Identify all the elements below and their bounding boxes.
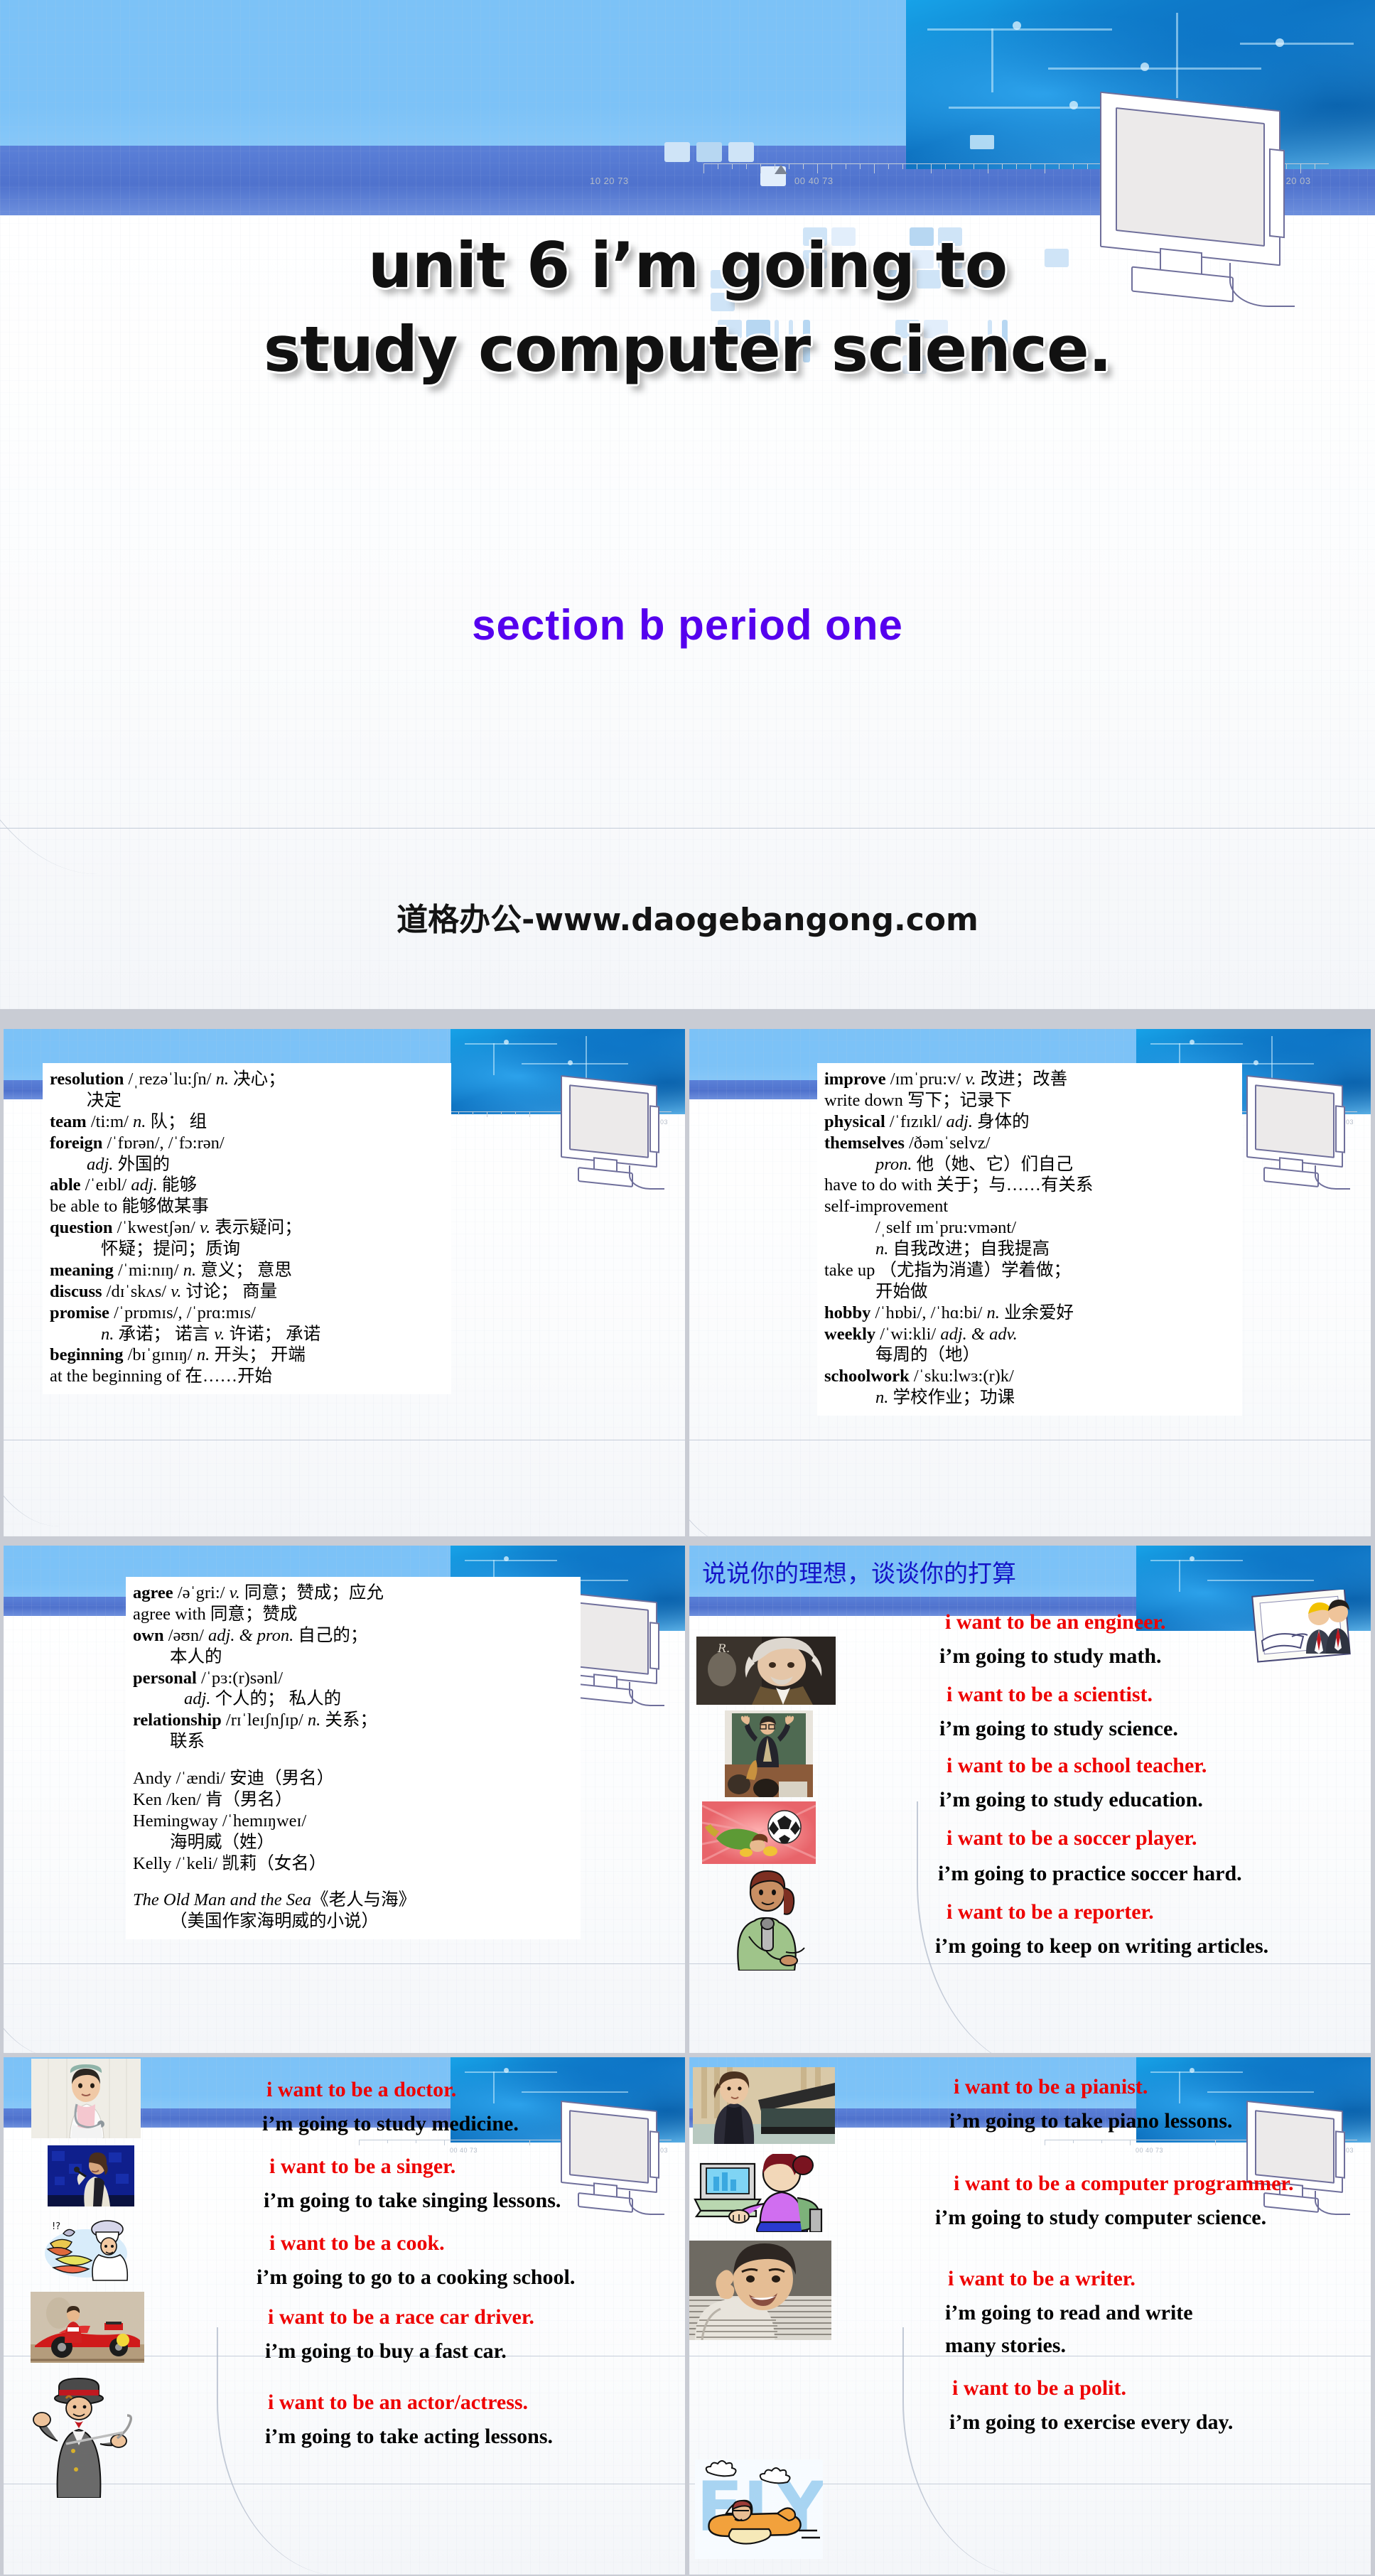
doctor-photo [31,2059,141,2138]
ambition-question: i want to be a doctor. [266,2078,457,2101]
ambition-answer-cont: many stories. [945,2334,1066,2357]
page-title: unit 6 i’m going to study computer scien… [0,235,1375,381]
ambition-list-3: i want to be a pianist. i’m going to tak… [846,2067,1371,2455]
watermark: 道格办公-www.daogebangong.com [397,902,978,938]
ambition-slide-3: 00 40 73 00 20 03 FLY i want to be a pia… [689,2057,1371,2575]
ambition-answer: i’m going to practice soccer hard. [938,1862,1242,1885]
header-band-dark [0,146,1375,215]
ambition-answer: i’m going to study education. [939,1788,1203,1811]
racecar-photo [31,2292,144,2363]
cook-clipart: !? [39,2215,139,2283]
ambition-question: i want to be a singer. [269,2155,456,2178]
title-line-2: study computer science. [263,313,1112,386]
writer-photo [689,2241,831,2340]
svg-text:!?: !? [52,2221,60,2232]
ambition-question: i want to be a race car driver. [268,2305,534,2329]
ambition-answer: i’m going to study medicine. [262,2112,519,2135]
ambition-question: i want to be a pianist. [954,2075,1148,2098]
vocabulary-card-2: improve /ɪmˈpru:v/ v. 改进；改善 write down 写… [817,1063,1242,1416]
ambition-question: i want to be a scientist. [947,1683,1153,1706]
ambition-question: i want to be an actor/actress. [268,2391,529,2414]
ambition-question: i want to be a computer programmer. [954,2172,1294,2195]
slide-deck: 10 20 73 00 40 73 00 20 03 unit 6 i’m go… [0,0,1375,2576]
ambition-answer: i’m going to take singing lessons. [264,2189,561,2212]
programmer-clipart [691,2154,833,2232]
pianist-photo [693,2067,835,2144]
ambition-answer: i’m going to study science. [939,1717,1178,1740]
ambition-answer: i’m going to go to a cooking school. [257,2265,576,2289]
ambition-answer: i’m going to study math. [939,1644,1162,1668]
title-line-1: unit 6 i’m going to [367,229,1008,302]
ambition-question: i want to be a writer. [948,2267,1136,2290]
ambition-answer: i’m going to buy a fast car. [265,2339,507,2363]
vocab-slide-3: agree /əˈgri:/ v. 同意；赞成；应允 agree with 同意… [4,1546,685,2053]
ambition-question: i want to be a reporter. [947,1900,1154,1924]
teacher-photo [725,1710,813,1797]
title-slide: 10 20 73 00 40 73 00 20 03 unit 6 i’m go… [0,0,1375,1009]
ambition-answer: i’m going to take piano lessons. [949,2109,1233,2133]
header-band-light [0,0,1375,146]
ambition-answer: i’m going to take acting lessons. [265,2425,553,2448]
ambition-answer: i’m going to study computer science. [935,2206,1267,2229]
ambition-slide-1: 说说你的理想，谈谈你的打算 R. i want to be an enginee… [689,1546,1371,2053]
ambition-question: i want to be a school teacher. [947,1754,1207,1777]
vocabulary-card-1: resolution /ˌrezəˈlu:ʃn/ n. 决心； 决定 team … [43,1063,451,1395]
ambition-list-2: i want to be a doctor. i’m going to stud… [160,2071,685,2454]
ambition-list-1: i want to be an engineer. i’m going to s… [902,1611,1371,1972]
ambition-question: i want to be a soccer player. [947,1826,1197,1850]
soccer-clipart [702,1801,816,1864]
ambition-answer: i’m going to keep on writing articles. [935,1934,1269,1958]
actor-clipart [29,2370,133,2498]
ambition-answer: i’m going to exercise every day. [949,2410,1234,2434]
ambition-question: i want to be an engineer. [945,1610,1166,1634]
subtitle: section b period one [472,601,903,649]
plane-clipart: FLY [695,2459,823,2559]
vocab-slide-2: 00 20 03 improve /ɪmˈpru:v/ v. 改进；改善 wri… [689,1029,1371,1536]
ambition-slide-2: 00 40 73 00 20 03 !? i want to be a doct… [4,2057,685,2575]
vocab-slide-1: 00 20 03 resolution /ˌrezəˈlu:ʃn/ n. 决心；… [4,1029,685,1536]
reporter-clipart [718,1867,817,1971]
ambition-question: i want to be a cook. [269,2231,445,2255]
vocabulary-card-3: agree /əˈgri:/ v. 同意；赞成；应允 agree with 同意… [126,1577,581,1940]
ambition-question: i want to be a polit. [952,2376,1127,2400]
ambition-answer: i’m going to read and write [945,2301,1193,2324]
section-header: 说说你的理想，谈谈你的打算 [702,1561,1016,1588]
einstein-photo: R. [696,1637,836,1705]
singer-photo [48,2145,134,2206]
